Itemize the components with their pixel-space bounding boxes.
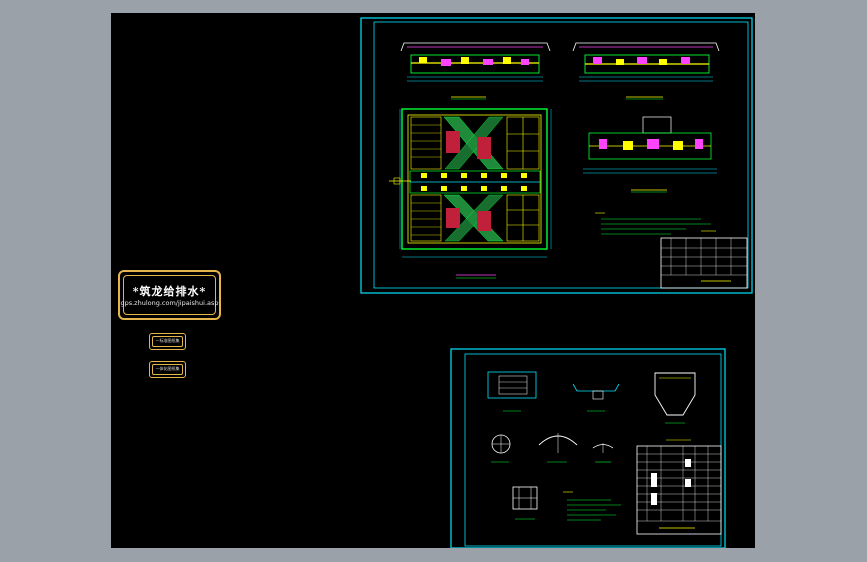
main-sheet[interactable] [360, 17, 753, 294]
title-block-table [660, 230, 748, 289]
section-view-c [583, 116, 717, 193]
detail-cone-drawing [538, 433, 578, 463]
detail-small-cone-drawing [592, 443, 614, 463]
detail-hopper-drawing [654, 372, 696, 424]
detail-box-drawing [487, 371, 537, 412]
detail-channel-drawing [572, 383, 620, 412]
drawing-sheets-svg [360, 17, 753, 548]
detail-frame-drawing [512, 486, 538, 520]
section-view-b [572, 42, 720, 100]
detail-parts-table [636, 439, 722, 535]
detail-wheel-drawing [491, 434, 511, 463]
cad-drawing-canvas[interactable]: *筑龙给排水* gps.zhulong.com/jipaishui.asp 一标… [111, 13, 755, 548]
section-view-a [400, 42, 551, 100]
plan-view [389, 108, 552, 279]
notes-block [595, 212, 711, 235]
detail-sheet[interactable] [450, 348, 726, 548]
detail-notes-block [563, 491, 621, 521]
